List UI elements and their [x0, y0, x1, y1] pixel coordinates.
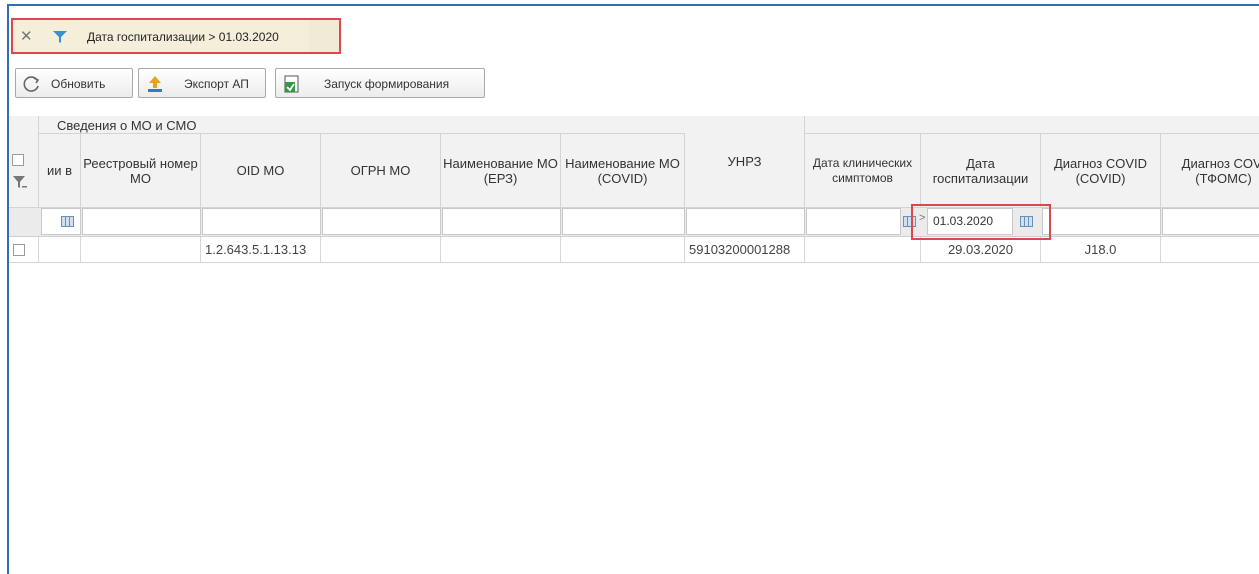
column-header-oid[interactable]: OID МО: [201, 134, 321, 208]
active-filter-label: Дата госпитализации > 01.03.2020: [87, 30, 279, 44]
select-all-checkbox[interactable]: [12, 154, 24, 166]
cell-mo-name-covid: [561, 237, 685, 263]
cell-diagnosis-tfoms: [1161, 237, 1259, 263]
upload-icon: [148, 76, 162, 92]
cell-0: [39, 237, 81, 263]
filter-unrz[interactable]: [686, 208, 805, 235]
export-button[interactable]: Экспорт АП: [138, 68, 266, 98]
cell-hospitalization-date: 29.03.2020: [921, 237, 1041, 263]
run-generation-label: Запуск формирования: [324, 77, 450, 91]
highlight-box: [911, 204, 1051, 240]
column-header-registry-number[interactable]: Реестровый номер МО: [81, 134, 201, 208]
refresh-icon: [23, 76, 40, 92]
cell-ogrn: [321, 237, 441, 263]
document-check-icon: [284, 75, 299, 93]
column-header-mo-name-erz[interactable]: Наименование МО (ЕРЗ): [441, 134, 561, 208]
cell-diagnosis-covid: J18.0: [1041, 237, 1161, 263]
app-window: ✕ Дата госпитализации > 01.03.2020 Обнов…: [7, 4, 1259, 574]
row-checkbox[interactable]: [13, 244, 25, 256]
refresh-label: Обновить: [51, 77, 106, 91]
cell-unrz: 59103200001288: [685, 237, 805, 263]
filter-mo-name-covid[interactable]: [562, 208, 685, 235]
clear-filter-icon[interactable]: [13, 176, 27, 190]
active-filter-bar: ✕ Дата госпитализации > 01.03.2020: [11, 18, 341, 54]
column-header-symptoms-date[interactable]: Дата клинических симптомов: [805, 134, 921, 208]
column-header-diagnosis-tfoms[interactable]: Диагноз COVI (ТФОМС): [1161, 134, 1259, 208]
refresh-button[interactable]: Обновить: [15, 68, 133, 98]
cell-mo-name-erz: [441, 237, 561, 263]
filter-ogrn[interactable]: [322, 208, 441, 235]
group-header-mo-smo: Сведения о МО и СМО: [57, 118, 197, 133]
cell-oid: 1.2.643.5.1.13.13: [201, 237, 321, 263]
filter-diagnosis-covid[interactable]: [1042, 208, 1161, 235]
run-generation-button[interactable]: Запуск формирования: [275, 68, 485, 98]
group-header-blank-2: [805, 116, 1259, 134]
column-header-0[interactable]: ии в: [39, 134, 81, 208]
close-icon[interactable]: ✕: [20, 27, 33, 45]
export-label: Экспорт АП: [184, 77, 249, 91]
cell-registry-number: [81, 237, 201, 263]
calendar-icon[interactable]: [61, 216, 74, 227]
filter-symptoms-date[interactable]: [806, 208, 901, 235]
column-header-hospitalization-date[interactable]: Дата госпитализации: [921, 134, 1041, 208]
filter-registry-number[interactable]: [82, 208, 201, 235]
filter-mo-name-erz[interactable]: [442, 208, 561, 235]
column-header-ogrn[interactable]: ОГРН МО: [321, 134, 441, 208]
filter-oid[interactable]: [202, 208, 321, 235]
filter-icon: [53, 31, 67, 43]
cell-symptoms-date: [805, 237, 921, 263]
column-header-unrz[interactable]: УНРЗ: [685, 116, 805, 208]
filter-diagnosis-tfoms[interactable]: [1162, 208, 1259, 235]
column-header-diagnosis-covid[interactable]: Диагноз COVID (COVID): [1041, 134, 1161, 208]
column-header-mo-name-covid[interactable]: Наименование МО (COVID): [561, 134, 685, 208]
